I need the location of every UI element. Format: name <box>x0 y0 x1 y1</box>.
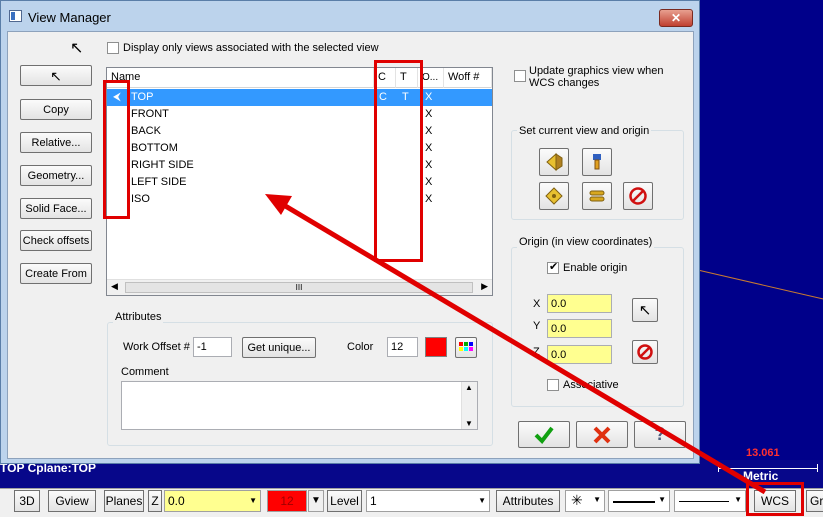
annotation-arrow <box>265 194 767 495</box>
